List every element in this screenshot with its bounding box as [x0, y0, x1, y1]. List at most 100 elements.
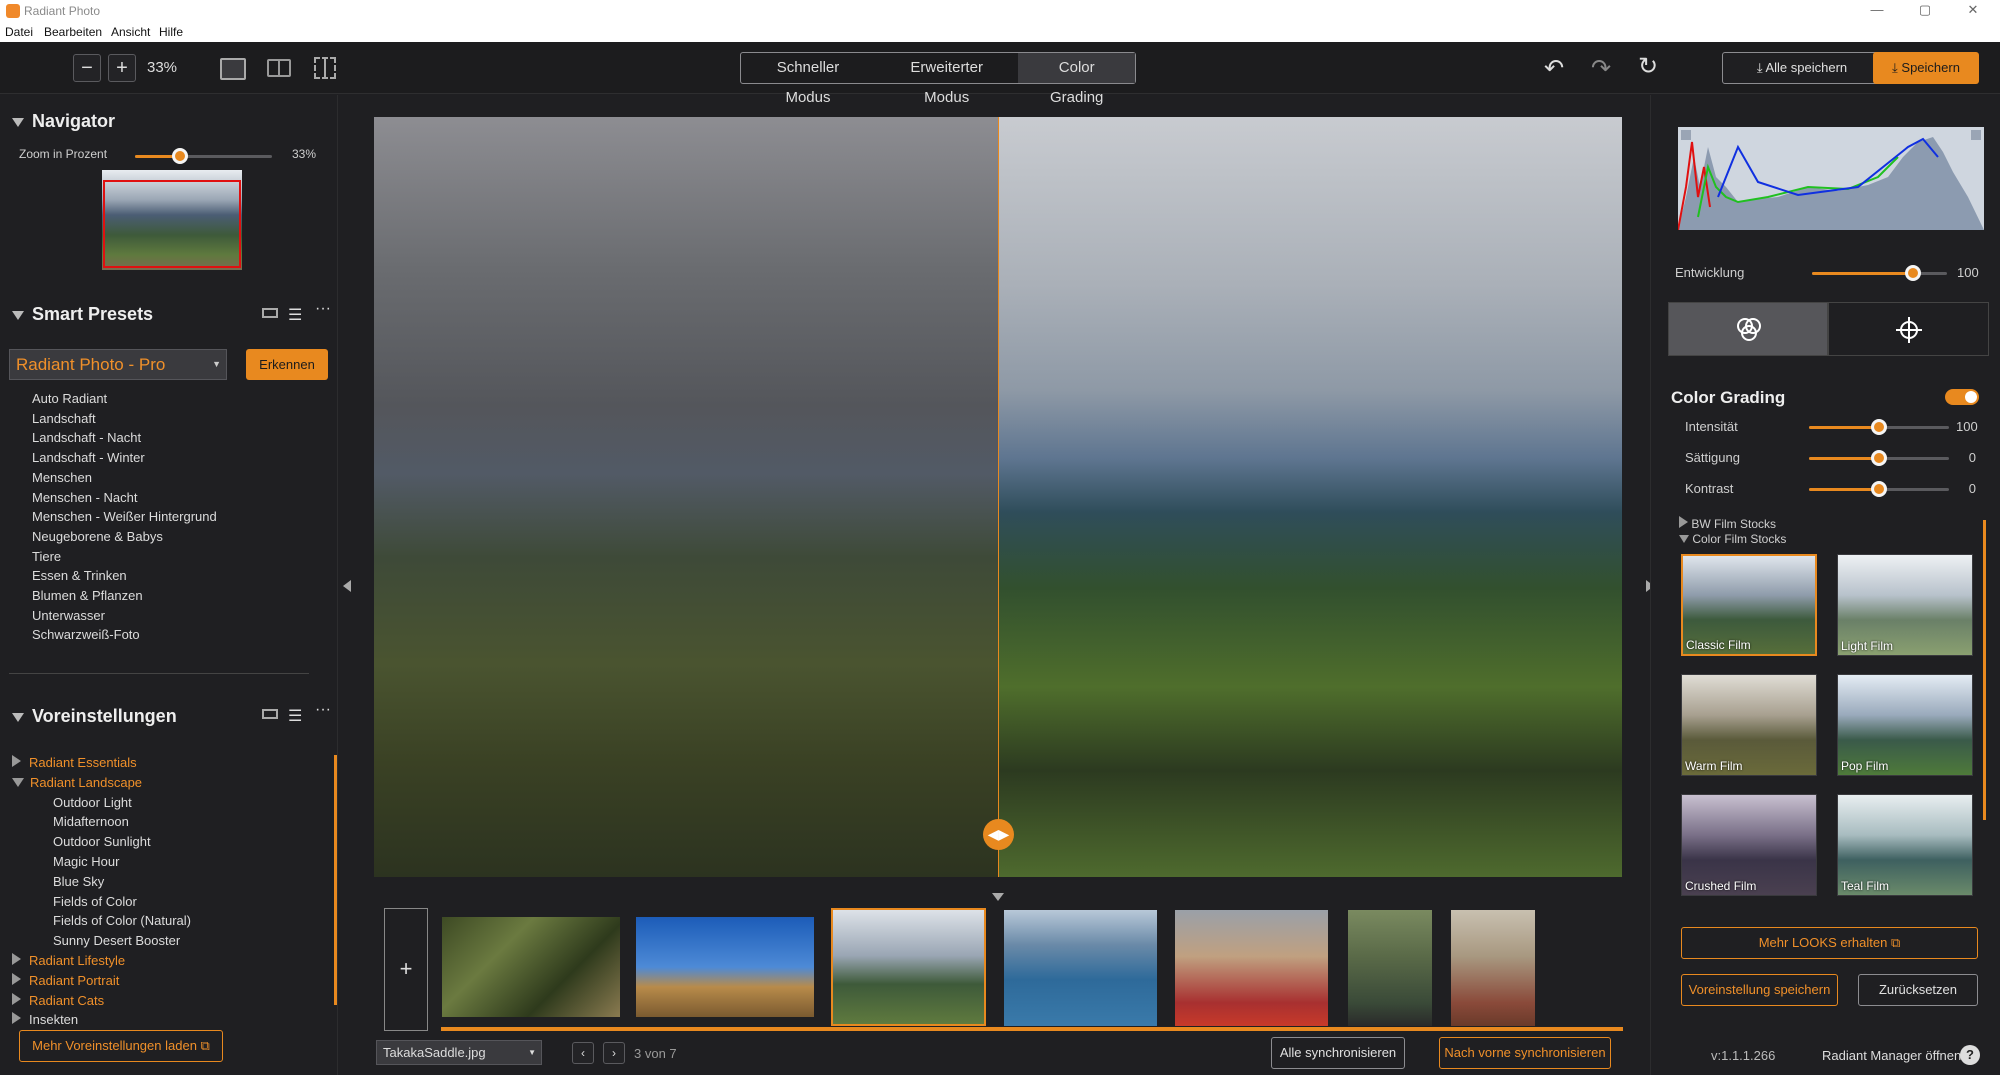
preset-item[interactable]: Midafternoon: [53, 814, 129, 829]
thumb-2[interactable]: [636, 917, 814, 1017]
save-all-button[interactable]: ⤓ Alle speichern: [1722, 52, 1882, 84]
collapse-left-panel-icon[interactable]: [343, 580, 351, 592]
cg-slider-knob[interactable]: [1871, 450, 1887, 466]
shadow-clipping-toggle[interactable]: [1681, 130, 1691, 140]
smart-preset-item[interactable]: Landschaft - Nacht: [32, 430, 141, 445]
presets-header[interactable]: Voreinstellungen: [12, 706, 177, 727]
split-divider[interactable]: [998, 117, 999, 877]
zoom-in-button[interactable]: +: [108, 54, 136, 82]
more-icon[interactable]: ···: [315, 701, 331, 719]
split-handle-icon[interactable]: ◀▶: [983, 819, 1014, 850]
filmstrip-scrollbar[interactable]: [441, 1027, 1623, 1031]
smart-preset-item[interactable]: Neugeborene & Babys: [32, 529, 163, 544]
preset-item[interactable]: Blue Sky: [53, 874, 104, 889]
preset-group[interactable]: Radiant Portrait: [12, 972, 119, 988]
smart-preset-item[interactable]: Essen & Trinken: [32, 568, 127, 583]
look-thumbnail[interactable]: Classic Film: [1681, 554, 1817, 656]
bw-film-stocks[interactable]: BW Film Stocks: [1679, 516, 1776, 531]
close-icon[interactable]: ✕: [1958, 2, 1988, 18]
prev-image-button[interactable]: ‹: [572, 1042, 594, 1064]
preset-group[interactable]: Radiant Lifestyle: [12, 953, 125, 968]
file-dropdown[interactable]: TakakaSaddle.jpg ▼: [376, 1040, 542, 1065]
mode-color-grading[interactable]: Color Grading: [1018, 53, 1135, 106]
thumb-4[interactable]: [1004, 910, 1157, 1026]
smart-preset-item[interactable]: Menschen - Weißer Hintergrund: [32, 509, 217, 524]
smart-preset-item[interactable]: Tiere: [32, 549, 61, 564]
highlight-clipping-toggle[interactable]: [1971, 130, 1981, 140]
thumb-3-selected[interactable]: [831, 908, 986, 1026]
preset-item[interactable]: Magic Hour: [53, 854, 119, 869]
smart-preset-item[interactable]: Landschaft - Winter: [32, 450, 145, 465]
look-thumbnail[interactable]: Pop Film: [1837, 674, 1973, 776]
more-icon[interactable]: ···: [315, 300, 331, 318]
grid-view-icon[interactable]: [262, 709, 278, 719]
color-grading-toggle[interactable]: [1945, 389, 1979, 405]
undo-icon[interactable]: ↶: [1544, 54, 1564, 83]
smart-preset-item[interactable]: Blumen & Pflanzen: [32, 588, 143, 603]
preset-group[interactable]: Radiant Cats: [12, 992, 104, 1008]
thumb-6[interactable]: [1348, 910, 1432, 1026]
look-thumbnail[interactable]: Teal Film: [1837, 794, 1973, 896]
help-icon[interactable]: ?: [1960, 1045, 1980, 1065]
menu-ansicht[interactable]: Ansicht: [111, 25, 150, 39]
thumb-1[interactable]: [442, 917, 620, 1017]
grid-view-icon[interactable]: [262, 308, 278, 318]
preset-group[interactable]: Insekten: [12, 1012, 78, 1027]
list-view-icon[interactable]: ☰: [288, 706, 302, 726]
reset-button[interactable]: Zurücksetzen: [1858, 974, 1978, 1006]
cg-slider-knob[interactable]: [1871, 419, 1887, 435]
preset-item[interactable]: Fields of Color (Natural): [53, 913, 191, 928]
next-image-button[interactable]: ›: [603, 1042, 625, 1064]
looks-scrollbar[interactable]: [1983, 520, 1986, 820]
save-button[interactable]: ⤓ Speichern: [1873, 52, 1979, 84]
single-view-icon[interactable]: [220, 58, 246, 80]
menu-bearbeiten[interactable]: Bearbeiten: [44, 25, 102, 39]
smart-preset-item[interactable]: Menschen: [32, 470, 92, 485]
maximize-icon[interactable]: ▢: [1910, 2, 1940, 18]
smart-preset-item[interactable]: Landschaft: [32, 411, 96, 426]
cg-slider-knob[interactable]: [1871, 481, 1887, 497]
minimize-icon[interactable]: —: [1862, 2, 1892, 17]
detect-button[interactable]: Erkennen: [246, 349, 328, 380]
smart-preset-item[interactable]: Auto Radiant: [32, 391, 107, 406]
preset-item[interactable]: Outdoor Light: [53, 795, 132, 810]
preset-group[interactable]: Radiant Essentials: [12, 755, 137, 770]
smart-preset-item[interactable]: Schwarzweiß-Foto: [32, 627, 140, 642]
sync-all-button[interactable]: Alle synchronisieren: [1271, 1037, 1405, 1069]
navigator-header[interactable]: Navigator: [12, 111, 115, 132]
thumb-5[interactable]: [1175, 910, 1328, 1026]
menu-datei[interactable]: Datei: [5, 25, 33, 39]
image-canvas[interactable]: ◀▶: [374, 117, 1622, 877]
preset-dropdown[interactable]: Radiant Photo - Pro ▼: [9, 349, 227, 380]
more-looks-button[interactable]: Mehr LOOKS erhalten ⧉: [1681, 927, 1978, 959]
zoom-out-button[interactable]: −: [73, 54, 101, 82]
split-view-icon[interactable]: [314, 57, 336, 79]
side-by-side-view-icon[interactable]: [267, 59, 291, 77]
scrollbar[interactable]: [334, 755, 337, 1005]
color-film-stocks[interactable]: Color Film Stocks: [1679, 532, 1786, 546]
zoom-slider-knob[interactable]: [172, 148, 189, 164]
save-preset-button[interactable]: Voreinstellung speichern: [1681, 974, 1838, 1006]
smart-preset-item[interactable]: Menschen - Nacht: [32, 490, 138, 505]
radiant-manager-link[interactable]: Radiant Manager öffnen: [1822, 1048, 1961, 1063]
mode-schneller[interactable]: Schneller Modus: [741, 53, 875, 106]
smart-preset-item[interactable]: Unterwasser: [32, 608, 105, 623]
preset-group[interactable]: Radiant Landscape: [12, 775, 142, 790]
add-image-button[interactable]: +: [384, 908, 428, 1031]
sync-forward-button[interactable]: Nach vorne synchronisieren: [1439, 1037, 1611, 1069]
collapse-filmstrip-icon[interactable]: [992, 893, 1004, 901]
preset-item[interactable]: Outdoor Sunlight: [53, 834, 151, 849]
smart-presets-header[interactable]: Smart Presets: [12, 304, 153, 325]
menu-hilfe[interactable]: Hilfe: [159, 25, 183, 39]
look-thumbnail[interactable]: Light Film: [1837, 554, 1973, 656]
look-thumbnail[interactable]: Crushed Film: [1681, 794, 1817, 896]
color-tools-tab[interactable]: [1668, 302, 1828, 356]
more-presets-button[interactable]: Mehr Voreinstellungen laden ⧉: [19, 1030, 223, 1062]
redo-icon[interactable]: ↷: [1591, 54, 1611, 83]
target-tools-tab[interactable]: [1828, 302, 1989, 356]
look-thumbnail[interactable]: Warm Film: [1681, 674, 1817, 776]
mode-erweiterter[interactable]: Erweiterter Modus: [875, 53, 1018, 106]
navigator-thumbnail[interactable]: [102, 170, 242, 270]
development-slider-knob[interactable]: [1905, 265, 1922, 281]
preset-item[interactable]: Sunny Desert Booster: [53, 933, 180, 948]
